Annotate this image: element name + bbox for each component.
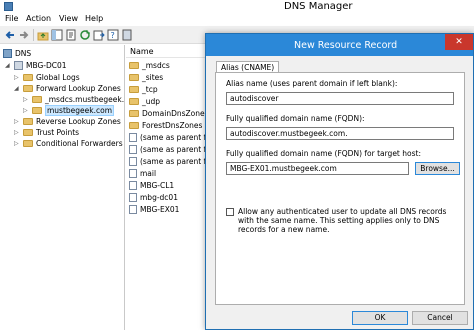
expand-arrow-icon[interactable]: ▷ <box>14 118 20 125</box>
server-icon <box>14 61 23 70</box>
target-host-label: Fully qualified domain name (FQDN) for t… <box>226 149 421 158</box>
forward-arrow-icon[interactable] <box>18 29 30 41</box>
properties-icon[interactable] <box>65 29 77 41</box>
browse-button[interactable]: Browse... <box>415 162 460 175</box>
toolbar-separator <box>33 29 34 41</box>
folder-icon <box>23 118 33 125</box>
folder-icon <box>129 86 139 93</box>
dialog-title: New Resource Record <box>294 40 398 51</box>
tree-item-msdcs-zone[interactable]: ▷ _msdcs.mustbegeek. <box>23 94 124 105</box>
list-item[interactable]: DomainDnsZones <box>129 108 209 119</box>
record-icon <box>129 157 137 166</box>
tree-item-mbg-dc01[interactable]: ◢ MBG-DC01 <box>5 60 67 71</box>
folder-icon <box>32 96 42 103</box>
window-title: DNS Manager <box>284 1 353 12</box>
list-item[interactable]: MBG-CL1 <box>129 180 174 191</box>
folder-icon <box>23 129 33 136</box>
tree-item-trust-points[interactable]: ▷ Trust Points <box>14 127 79 138</box>
record-icon <box>129 133 137 142</box>
folder-icon <box>23 74 33 81</box>
close-icon[interactable]: ✕ <box>445 34 473 50</box>
refresh-icon[interactable] <box>79 29 91 41</box>
target-host-field[interactable]: MBG-EX01.mustbegeek.com <box>226 162 409 175</box>
collapse-arrow-icon[interactable]: ◢ <box>14 85 20 92</box>
expand-arrow-icon[interactable]: ▷ <box>14 140 20 147</box>
title-bar: DNS Manager <box>0 0 474 13</box>
alias-name-field[interactable]: autodiscover <box>226 92 454 105</box>
tree-item-dns[interactable]: DNS <box>3 48 31 59</box>
alias-name-label: Alias name (uses parent domain if left b… <box>226 79 398 88</box>
menu-action[interactable]: Action <box>26 14 51 23</box>
folder-icon <box>129 122 139 129</box>
tree-item-forward-lookup-zones[interactable]: ◢ Forward Lookup Zones <box>14 83 121 94</box>
list-item[interactable]: _sites <box>129 72 163 83</box>
server-list-icon[interactable] <box>121 29 133 41</box>
folder-icon <box>129 62 139 69</box>
folder-icon <box>129 98 139 105</box>
tree-item-conditional-forwarders[interactable]: ▷ Conditional Forwarders <box>14 138 123 149</box>
menu-help[interactable]: Help <box>85 14 103 23</box>
record-icon <box>129 205 137 214</box>
column-header-name[interactable]: Name <box>126 45 216 58</box>
help-icon[interactable]: ? <box>107 29 119 41</box>
record-icon <box>129 169 137 178</box>
new-resource-record-dialog: New Resource Record ✕ Alias (CNAME) Alia… <box>205 33 474 330</box>
tree-item-global-logs[interactable]: ▷ Global Logs <box>14 72 80 83</box>
folder-icon <box>129 74 139 81</box>
folder-icon <box>32 107 42 114</box>
menu-file[interactable]: File <box>5 14 18 23</box>
allow-update-checkbox[interactable] <box>226 208 234 216</box>
back-arrow-icon[interactable] <box>4 29 16 41</box>
list-item[interactable]: mbg-dc01 <box>129 192 178 203</box>
fqdn-label: Fully qualified domain name (FQDN): <box>226 114 365 123</box>
tree-pane: DNS ◢ MBG-DC01 ▷ Global Logs ◢ Forward L… <box>0 45 125 330</box>
list-item[interactable]: mail <box>129 168 156 179</box>
list-item[interactable]: ForestDnsZones <box>129 120 202 131</box>
svg-text:?: ? <box>111 31 115 40</box>
tab-panel: Alias name (uses parent domain if left b… <box>215 72 465 305</box>
export-list-icon[interactable] <box>93 29 105 41</box>
folder-icon <box>23 140 33 147</box>
dialog-title-bar: New Resource Record ✕ <box>206 34 473 56</box>
fqdn-field: autodiscover.mustbegeek.com. <box>226 127 454 140</box>
list-item[interactable]: _msdcs <box>129 60 170 71</box>
cancel-button[interactable]: Cancel <box>412 311 468 325</box>
folder-up-icon[interactable] <box>37 29 49 41</box>
allow-update-label: Allow any authenticated user to update a… <box>238 207 447 234</box>
tree-item-mustbegeek-com[interactable]: ▷ mustbegeek.com <box>23 105 115 116</box>
folder-icon <box>129 110 139 117</box>
tree-item-reverse-lookup-zones[interactable]: ▷ Reverse Lookup Zones <box>14 116 121 127</box>
folder-icon <box>23 85 33 92</box>
menu-bar: File Action View Help <box>0 13 474 26</box>
dns-manager-icon <box>4 2 13 11</box>
expand-arrow-icon[interactable]: ▷ <box>23 107 29 114</box>
menu-view[interactable]: View <box>59 14 78 23</box>
expand-arrow-icon[interactable]: ▷ <box>23 96 29 103</box>
collapse-arrow-icon[interactable]: ◢ <box>5 62 11 69</box>
list-item[interactable]: _tcp <box>129 84 158 95</box>
record-icon <box>129 145 137 154</box>
show-hide-tree-icon[interactable] <box>51 29 63 41</box>
ok-button[interactable]: OK <box>352 311 408 325</box>
list-item[interactable]: MBG-EX01 <box>129 204 179 215</box>
expand-arrow-icon[interactable]: ▷ <box>14 74 20 81</box>
record-icon <box>129 193 137 202</box>
expand-arrow-icon[interactable]: ▷ <box>14 129 20 136</box>
list-item[interactable]: _udp <box>129 96 160 107</box>
dns-icon <box>3 49 12 58</box>
record-icon <box>129 181 137 190</box>
